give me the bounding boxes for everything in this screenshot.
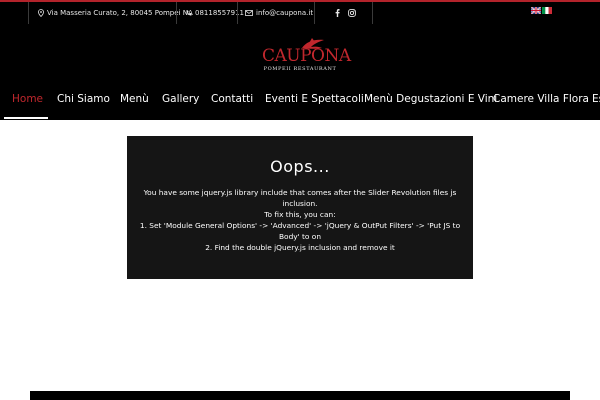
logo-wordmark: CAUPONA: [262, 46, 351, 66]
address-link[interactable]: Via Masseria Curato, 2, 80045 Pompei NA: [38, 2, 193, 24]
topbar-divider: [372, 2, 373, 24]
error-title: Oops...: [270, 157, 330, 176]
email-link[interactable]: info@caupona.it: [245, 2, 313, 24]
error-line: To fix this, you can:: [264, 210, 336, 219]
nav-item-gallery[interactable]: Gallery: [162, 90, 199, 108]
top-bar: Via Masseria Curato, 2, 80045 Pompei NA …: [0, 0, 600, 24]
topbar-divider: [314, 2, 315, 24]
error-message: You have some jquery.js library include …: [137, 187, 463, 253]
nav-item-contatti[interactable]: Contatti: [211, 90, 253, 108]
mail-icon: [245, 10, 253, 16]
error-line: You have some jquery.js library include …: [143, 188, 457, 208]
nav-item-menu[interactable]: Menù: [120, 90, 149, 108]
topbar-divider: [237, 2, 238, 24]
nav-item-menu-degustazioni-e-vini[interactable]: Menù Degustazioni E Vini: [364, 90, 497, 108]
active-nav-underline: [4, 117, 48, 119]
address-text: Via Masseria Curato, 2, 80045 Pompei NA: [47, 9, 193, 17]
topbar-divider: [176, 2, 177, 24]
logo-subtitle: POMPEII RESTAURANT: [263, 66, 337, 72]
site-header: CAUPONA POMPEII RESTAURANT Home Chi Siam…: [0, 24, 600, 120]
slider-error-panel: Oops... You have some jquery.js library …: [127, 136, 473, 279]
caupona-logo[interactable]: CAUPONA POMPEII RESTAURANT: [262, 36, 351, 76]
topbar-divider: [28, 2, 29, 24]
error-line: 1. Set 'Module General Options' -> 'Adva…: [139, 221, 461, 241]
phone-link[interactable]: 08118557911: [186, 2, 244, 24]
instagram-icon[interactable]: [348, 9, 356, 17]
nav-item-eventi-e-spettacoli[interactable]: Eventi E Spettacoli: [265, 90, 364, 108]
map-pin-icon: [38, 9, 44, 17]
language-switcher: [531, 7, 552, 14]
italy-flag-icon[interactable]: [542, 7, 552, 14]
footer-section-edge: [30, 391, 570, 400]
phone-icon: [186, 10, 192, 16]
social-links: [335, 2, 356, 24]
email-text: info@caupona.it: [256, 9, 314, 17]
uk-flag-icon[interactable]: [531, 7, 541, 14]
nav-item-es[interactable]: Es: [592, 90, 600, 108]
main-nav: Home Chi Siamo Menù Gallery Contatti Eve…: [0, 90, 600, 108]
nav-item-chi-siamo[interactable]: Chi Siamo: [57, 90, 110, 108]
facebook-icon[interactable]: [335, 9, 340, 17]
nav-item-camere-villa-flora[interactable]: Camere Villa Flora: [493, 90, 589, 108]
nav-item-home[interactable]: Home: [12, 90, 43, 108]
error-line: 2. Find the double jQuery.js inclusion a…: [205, 243, 395, 252]
